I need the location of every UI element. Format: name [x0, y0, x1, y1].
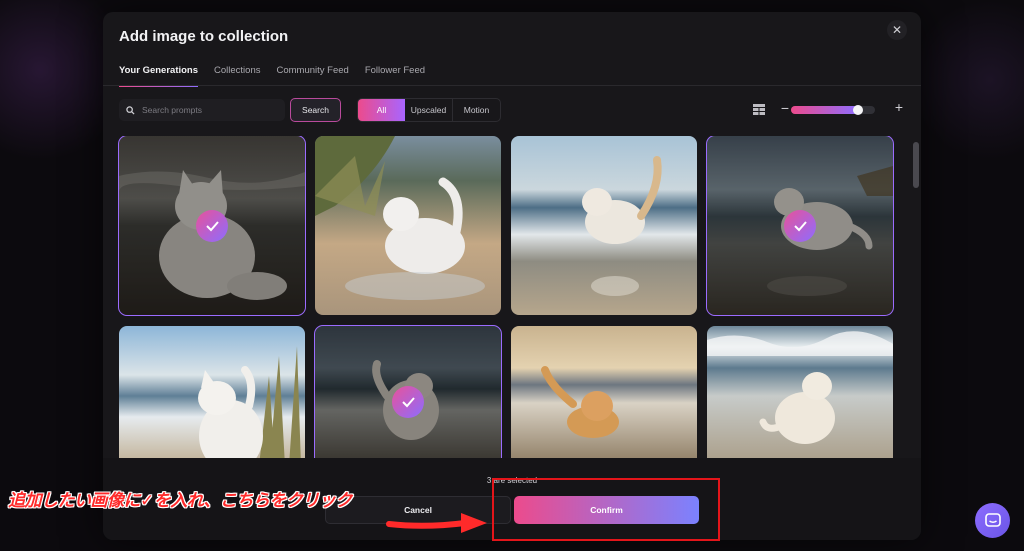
- cat-image: [119, 326, 305, 458]
- gallery-image[interactable]: [315, 136, 501, 315]
- filter-all[interactable]: All: [358, 99, 405, 121]
- confirm-highlight-box: [492, 478, 720, 541]
- check-icon: [784, 209, 816, 242]
- cat-image: [707, 326, 893, 458]
- search-input[interactable]: [142, 105, 272, 115]
- search-box: [119, 99, 285, 121]
- zoom-slider-thumb[interactable]: [853, 105, 864, 115]
- gallery-image[interactable]: [314, 325, 502, 458]
- modal-title: Add image to collection: [119, 28, 289, 45]
- check-icon: [196, 209, 228, 242]
- gallery-image[interactable]: [706, 136, 894, 316]
- filter-upscaled[interactable]: Upscaled: [405, 99, 453, 121]
- instruction-annotation: 追加したい画像に✓を入れ、こちらをクリック: [8, 491, 352, 511]
- gallery-image[interactable]: [511, 326, 697, 458]
- tab-community-feed[interactable]: Community Feed: [276, 65, 348, 87]
- tabs-divider: [103, 85, 921, 86]
- cat-image: [315, 136, 501, 315]
- check-icon: [392, 386, 424, 418]
- tab-follower-feed[interactable]: Follower Feed: [365, 65, 425, 87]
- gallery-image[interactable]: [119, 326, 305, 458]
- gallery-image[interactable]: [118, 136, 306, 316]
- cat-image: [511, 136, 697, 315]
- tab-your-generations[interactable]: Your Generations: [119, 65, 199, 87]
- gallery-image[interactable]: [511, 136, 697, 315]
- image-gallery: [103, 136, 921, 458]
- filter-segment: All Upscaled Motion: [357, 98, 501, 122]
- grid-view-icon[interactable]: [753, 104, 765, 115]
- tab-bar: Your Generations Collections Community F…: [119, 65, 425, 87]
- arrow-right-icon: [386, 513, 487, 533]
- chat-icon: [984, 512, 1001, 527]
- zoom-in-button[interactable]: +: [893, 99, 905, 115]
- close-icon: ✕: [891, 23, 903, 37]
- search-icon: [126, 105, 135, 115]
- toolbar: Search All Upscaled Motion − +: [119, 98, 905, 122]
- close-button[interactable]: ✕: [887, 20, 907, 40]
- filter-motion[interactable]: Motion: [453, 99, 500, 121]
- zoom-slider[interactable]: [791, 105, 875, 115]
- tab-collections[interactable]: Collections: [214, 65, 260, 87]
- zoom-slider-fill: [791, 106, 859, 114]
- add-to-collection-modal: Add image to collection ✕ Your Generatio…: [103, 12, 921, 540]
- zoom-out-button[interactable]: −: [779, 100, 791, 116]
- gallery-scrollbar[interactable]: [913, 142, 919, 188]
- search-button[interactable]: Search: [290, 98, 341, 122]
- chat-support-button[interactable]: [975, 503, 1010, 538]
- gallery-image[interactable]: [707, 326, 893, 458]
- cat-image: [511, 326, 697, 458]
